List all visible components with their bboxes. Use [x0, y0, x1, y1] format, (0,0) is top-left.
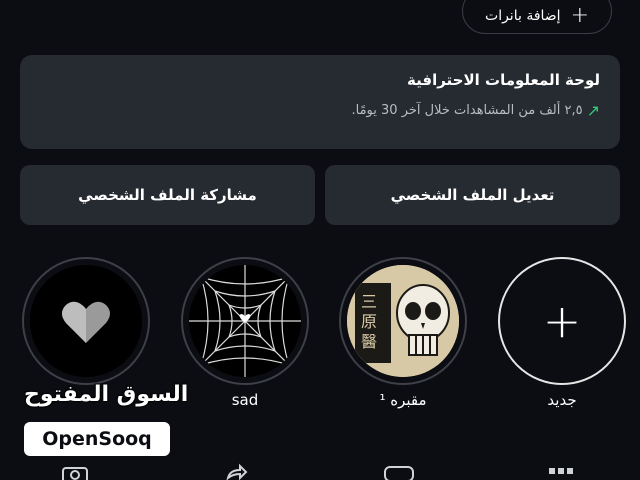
highlight-label: sad — [231, 391, 259, 409]
professional-dashboard-card[interactable]: لوحة المعلومات الاحترافية ↗ ٢,٥ ألف من ا… — [20, 55, 620, 149]
highlight-heart[interactable] — [22, 257, 150, 385]
share-profile-button[interactable]: مشاركة الملف الشخصي — [20, 165, 315, 225]
highlight-new[interactable]: + جديد — [498, 257, 626, 409]
highlight-sad[interactable]: sad — [181, 257, 309, 409]
trending-up-icon: ↗ — [586, 101, 600, 120]
add-banners-label: إضافة بانرات — [485, 8, 561, 24]
skull-image: 三 原 醫 — [347, 265, 459, 377]
highlight-label: جديد — [547, 391, 577, 409]
camera-icon[interactable] — [60, 462, 90, 480]
opensooq-watermark-logo: OpenSooq — [24, 422, 170, 456]
grid-icon[interactable] — [546, 462, 576, 480]
heart-image — [30, 265, 142, 377]
svg-text:原: 原 — [361, 312, 377, 331]
opensooq-watermark-arabic: السوق المفتوح — [24, 382, 189, 407]
highlight-grave[interactable]: 三 原 醫 مقبره ¹ — [339, 257, 467, 409]
plus-icon: + — [570, 3, 589, 28]
plus-icon: + — [542, 294, 582, 348]
share-arrow-icon[interactable] — [224, 462, 250, 480]
video-icon[interactable] — [382, 462, 416, 480]
edit-profile-button[interactable]: تعديل الملف الشخصي — [325, 165, 620, 225]
svg-text:醫: 醫 — [361, 332, 377, 351]
svg-text:三: 三 — [361, 292, 377, 311]
spiderweb-image — [189, 265, 301, 377]
highlight-label: مقبره ¹ — [379, 391, 427, 409]
add-banners-button[interactable]: + إضافة بانرات — [462, 0, 612, 34]
dashboard-title: لوحة المعلومات الاحترافية — [407, 71, 600, 89]
dashboard-stats: ٢,٥ ألف من المشاهدات خلال آخر 30 يومًا. — [351, 103, 583, 118]
